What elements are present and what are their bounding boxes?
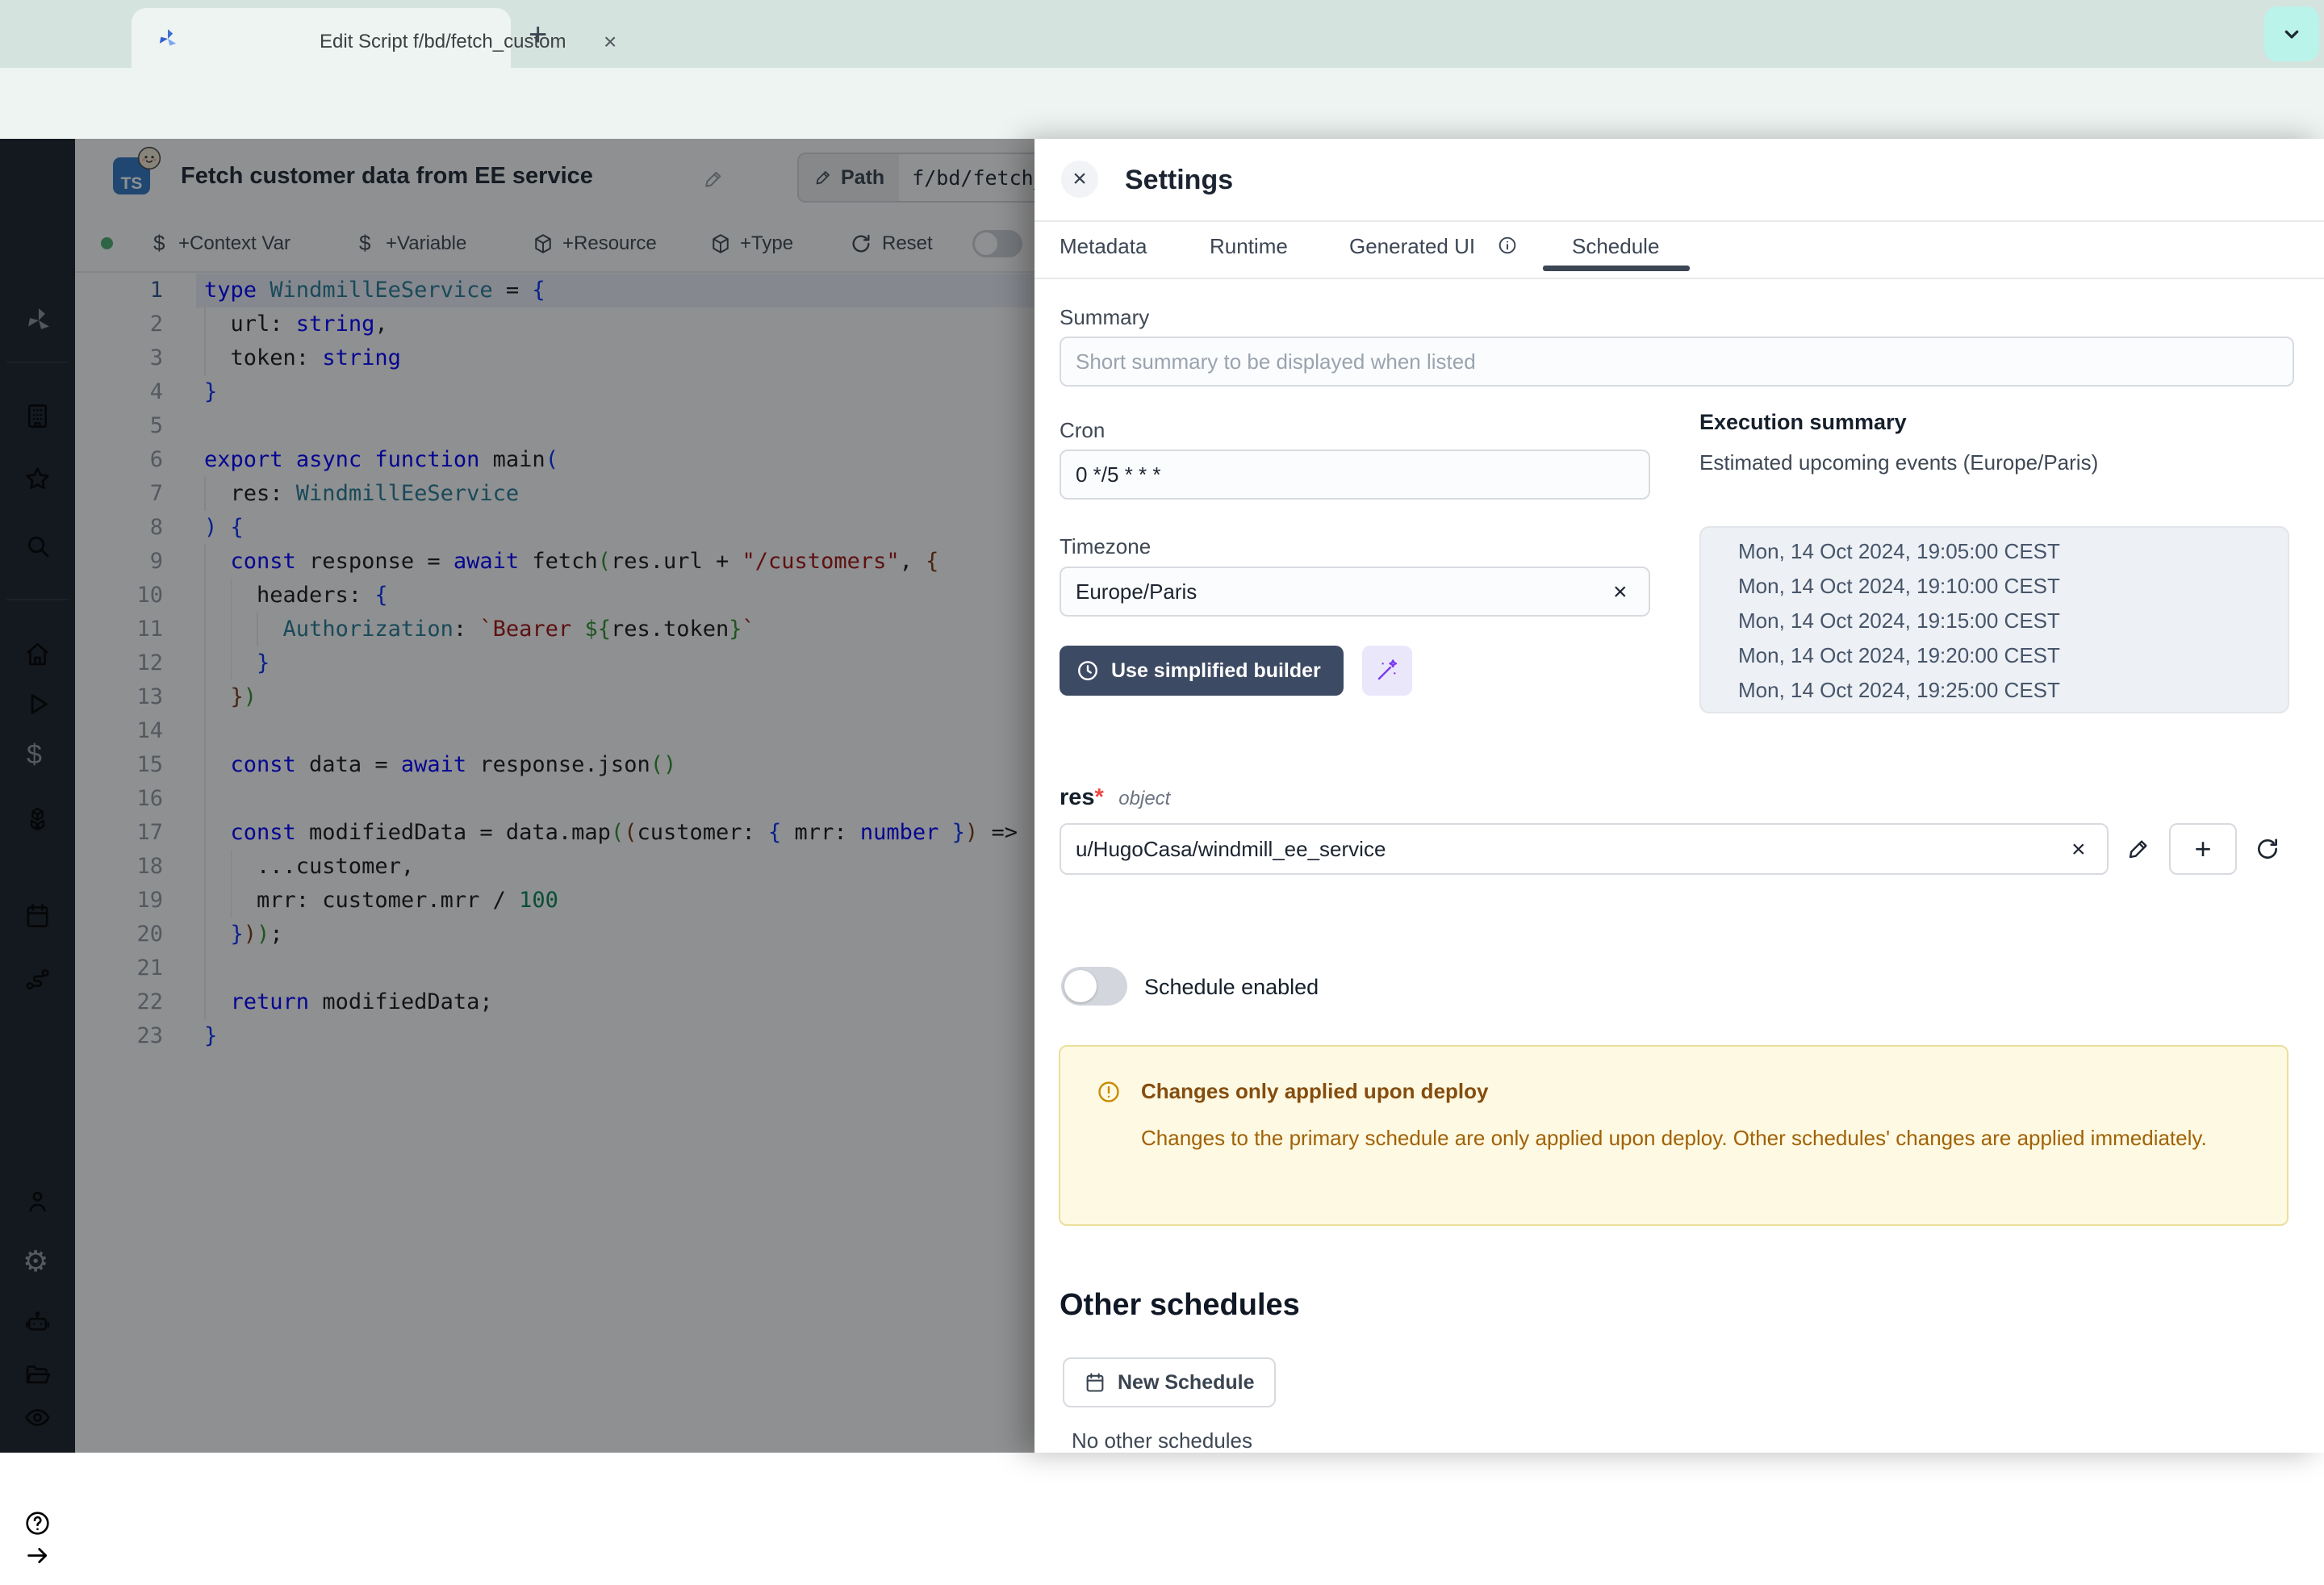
cron-label: Cron <box>1060 418 1105 443</box>
browser-tab-strip: Edit Script f/bd/fetch_custom × + <box>0 0 2324 68</box>
upcoming-event: Mon, 14 Oct 2024, 19:20:00 CEST <box>1738 638 2288 673</box>
tab-metadata[interactable]: Metadata <box>1060 234 1147 259</box>
summary-input[interactable]: Short summary to be displayed when liste… <box>1060 337 2294 387</box>
active-tab-underline <box>1543 266 1690 271</box>
clock-icon <box>1076 659 1100 683</box>
timezone-input[interactable]: Europe/Paris × <box>1060 567 1650 617</box>
clear-resource-icon[interactable]: × <box>2071 838 2086 862</box>
tab-runtime[interactable]: Runtime <box>1210 234 1288 259</box>
summary-placeholder: Short summary to be displayed when liste… <box>1076 349 1476 374</box>
tab-schedule[interactable]: Schedule <box>1572 234 1659 259</box>
info-icon <box>1497 235 1518 256</box>
upcoming-event: Mon, 14 Oct 2024, 19:10:00 CEST <box>1738 569 2288 604</box>
add-resource-button[interactable]: + <box>2169 823 2237 875</box>
schedule-enabled-toggle[interactable] <box>1061 967 1127 1006</box>
resource-value: u/HugoCasa/windmill_ee_service <box>1076 837 1386 862</box>
close-icon: × <box>1072 165 1087 193</box>
upcoming-event: Mon, 14 Oct 2024, 19:15:00 CEST <box>1738 604 2288 638</box>
new-schedule-button[interactable]: New Schedule <box>1063 1357 1276 1407</box>
upcoming-event: Mon, 14 Oct 2024, 19:25:00 CEST <box>1738 673 2288 708</box>
close-settings-button[interactable]: × <box>1061 161 1098 198</box>
timezone-value: Europe/Paris <box>1076 579 1197 604</box>
refresh-icon[interactable] <box>2255 836 2280 862</box>
new-tab-button[interactable]: + <box>529 19 547 50</box>
upcoming-events-box: Mon, 14 Oct 2024, 19:05:00 CESTMon, 14 O… <box>1699 526 2289 713</box>
ai-wand-button[interactable] <box>1362 646 1412 696</box>
settings-title: Settings <box>1125 165 1233 196</box>
cron-value: 0 */5 * * * <box>1076 462 1161 487</box>
res-arg-header: res* object <box>1060 784 1170 811</box>
resource-input[interactable]: u/HugoCasa/windmill_ee_service × <box>1060 823 2109 875</box>
arg-type: object <box>1118 788 1170 809</box>
warning-body: Changes to the primary schedule are only… <box>1141 1121 2238 1155</box>
arg-name: res <box>1060 784 1095 810</box>
required-mark: * <box>1095 784 1104 810</box>
warning-title: Changes only applied upon deploy <box>1141 1079 1488 1104</box>
alert-icon <box>1096 1079 1122 1105</box>
schedule-enabled-label: Schedule enabled <box>1144 975 1319 1000</box>
settings-panel: × Settings Metadata Runtime Generated UI… <box>1035 139 2324 1453</box>
close-icon[interactable]: × <box>604 30 617 54</box>
divider <box>1035 278 2324 279</box>
timezone-label: Timezone <box>1060 534 1151 559</box>
use-simplified-builder-button[interactable]: Use simplified builder <box>1060 646 1344 696</box>
execution-summary-subheading: Estimated upcoming events (Europe/Paris) <box>1699 450 2098 475</box>
magic-wand-icon <box>1374 658 1400 684</box>
help-icon[interactable] <box>23 1509 52 1537</box>
browser-navbar: app.windmill.dev/scripts/edit/f/bd/fetch… <box>0 68 2324 139</box>
other-schedules-heading: Other schedules <box>1060 1288 1300 1323</box>
no-other-schedules-text: No other schedules <box>1072 1428 1252 1453</box>
calendar-icon <box>1084 1371 1106 1394</box>
arrow-right-icon[interactable] <box>23 1541 52 1570</box>
browser-tab[interactable]: Edit Script f/bd/fetch_custom × <box>132 8 511 68</box>
chevron-down-icon <box>2279 21 2305 47</box>
edit-resource-pencil-icon[interactable] <box>2125 836 2151 862</box>
deploy-warning-box: Changes only applied upon deploy Changes… <box>1059 1045 2288 1226</box>
tab-generated-ui[interactable]: Generated UI <box>1349 234 1475 259</box>
upcoming-event: Mon, 14 Oct 2024, 19:05:00 CEST <box>1738 534 2288 569</box>
execution-summary-heading: Execution summary <box>1699 410 1907 435</box>
summary-label: Summary <box>1060 305 1149 330</box>
drawer-dim-overlay[interactable] <box>0 139 1035 1453</box>
windmill-favicon <box>156 27 180 51</box>
divider <box>1035 220 2324 222</box>
clear-timezone-icon[interactable]: × <box>1613 580 1628 604</box>
window-chevron-button[interactable] <box>2264 6 2319 61</box>
cron-input[interactable]: 0 */5 * * * <box>1060 450 1650 500</box>
